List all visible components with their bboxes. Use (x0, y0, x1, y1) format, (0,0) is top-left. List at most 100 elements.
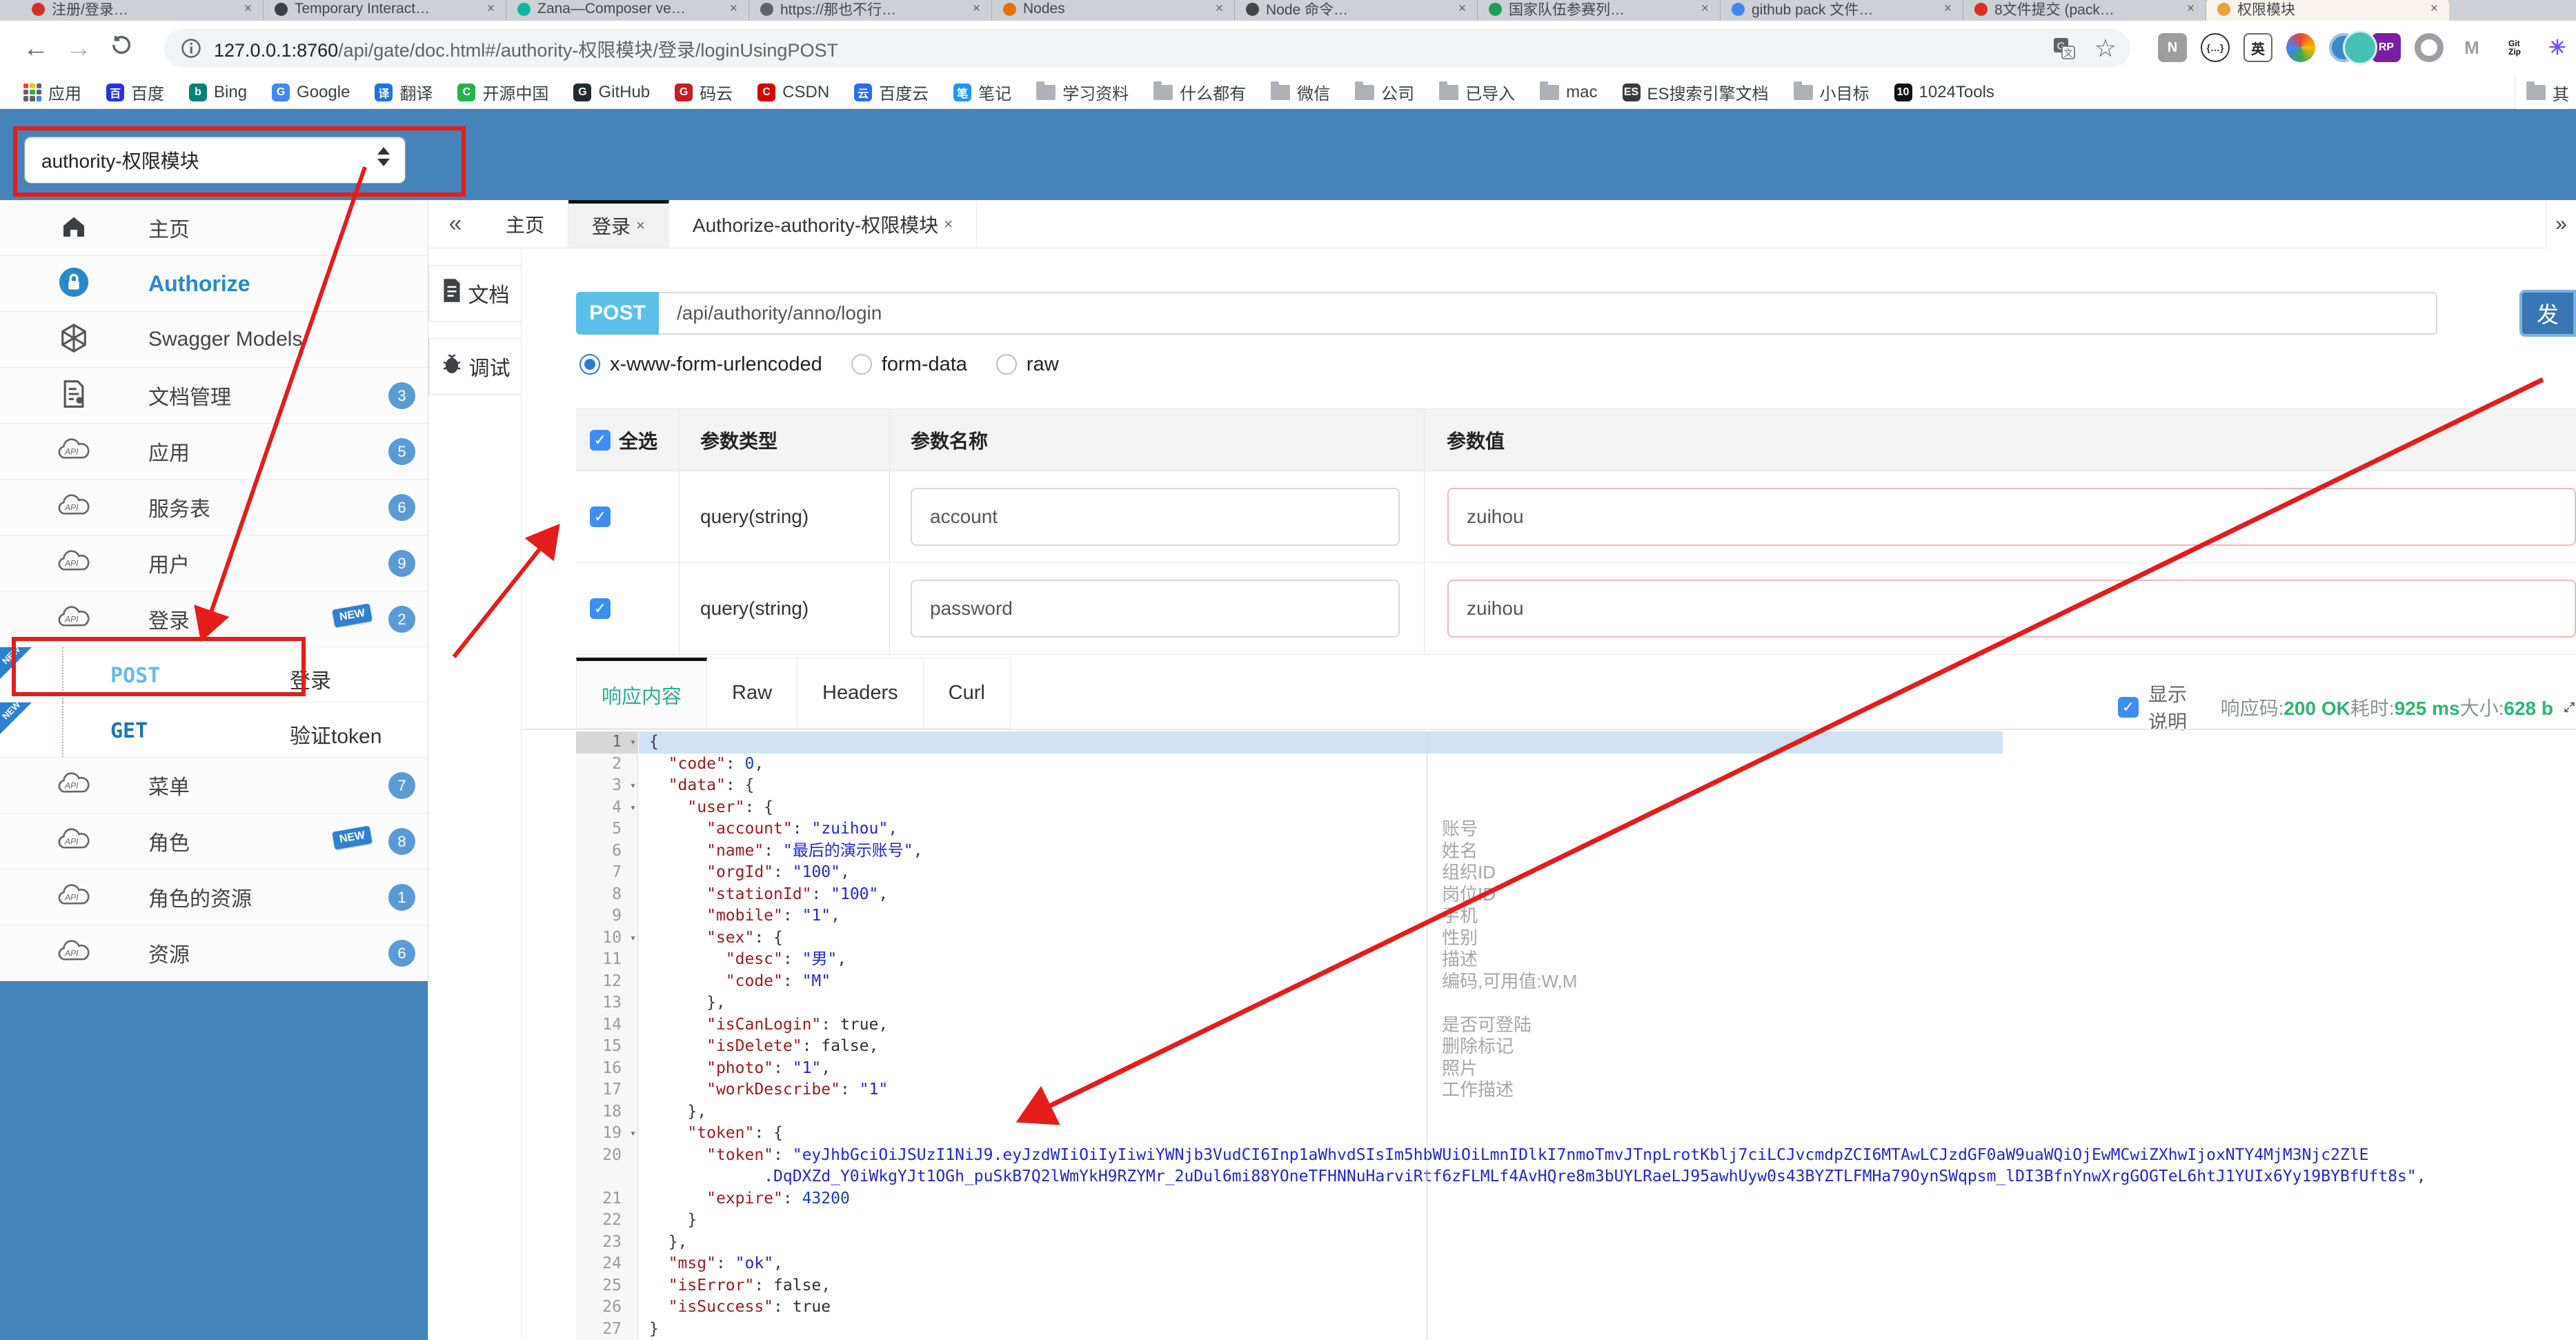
workspace-tab[interactable]: Authorize-authority-权限模块 × (669, 200, 978, 248)
bookmark-item[interactable]: 云百度云 (854, 80, 929, 104)
ring-extension-icon[interactable] (2415, 33, 2444, 62)
show-desc-checkbox[interactable]: ✓ (2118, 697, 2139, 718)
side-tab-调试[interactable]: 调试 (428, 338, 521, 395)
translate-en-extension-icon[interactable]: 英 (2243, 33, 2272, 62)
response-tab-响应内容[interactable]: 响应内容 (576, 658, 708, 729)
forward-icon[interactable]: → (61, 30, 97, 66)
collapse-tabs-icon[interactable]: « (428, 200, 482, 248)
response-tab-Raw[interactable]: Raw (707, 658, 798, 729)
browser-tab[interactable]: Nodes × (992, 0, 1235, 21)
fold-arrow-icon[interactable]: ▾ (630, 775, 636, 797)
tab-close-icon[interactable]: × (1458, 1, 1466, 17)
bookmark-overflow-folder[interactable]: 其 (2515, 76, 2569, 109)
browser-tab[interactable]: Zana—Composer ve… × (506, 0, 749, 21)
bookmark-item[interactable]: 已导入 (1439, 80, 1515, 104)
sidebar-item-应用[interactable]: API 应用 5 (0, 424, 428, 480)
bookmark-item[interactable]: 微信 (1271, 80, 1330, 104)
browser-tab[interactable]: https://那也不行… × (749, 0, 992, 21)
bookmark-item[interactable]: 笔笔记 (953, 80, 1011, 104)
param-checkbox[interactable]: ✓ (590, 506, 611, 527)
module-select[interactable]: authority-权限模块 (24, 137, 406, 184)
asterisk-extension-icon[interactable]: ✳ (2543, 33, 2572, 62)
select-all-checkbox[interactable]: ✓ (590, 429, 611, 451)
sidebar-item-角色的资源[interactable]: API 角色的资源 1 (0, 869, 428, 925)
url-bar[interactable]: 127.0.0.1:8760/api/gate/doc.html#/author… (164, 29, 2130, 68)
tab-close-icon[interactable]: × (244, 1, 252, 17)
sidebar-endpoint-post[interactable]: NEW POST 登录 (0, 644, 428, 702)
bookmark-item[interactable]: G Google (272, 83, 350, 102)
bookmark-item[interactable]: 10 1024Tools (1894, 83, 1994, 102)
response-body-editor[interactable]: 1 ▾ 2 3 ▾ 4 ▾ 5 6 7 8 9 10 ▾ 11 12 13 14 15 16 17 18 19 ▾ 20 21 22… (576, 731, 2576, 1340)
bookmark-item[interactable]: 什么都有 (1153, 80, 1246, 104)
browser-tab[interactable]: 权限模块 × (2206, 0, 2449, 21)
reload-icon[interactable] (103, 30, 139, 66)
bookmark-item[interactable]: C 开源中国 (457, 80, 548, 104)
param-value-input[interactable]: zuihou (1447, 580, 2576, 638)
response-tab-Headers[interactable]: Headers (797, 658, 924, 729)
browser-tab[interactable]: 国家队伍参赛列… × (1478, 0, 1721, 21)
browser-tab[interactable]: Temporary Interact… × (264, 0, 506, 21)
tab-close-icon[interactable]: × (730, 1, 737, 17)
workspace-tab[interactable]: 登录 × (568, 200, 669, 248)
fold-arrow-icon[interactable]: ▾ (630, 1123, 636, 1145)
sidebar-item-服务表[interactable]: API 服务表 6 (0, 480, 428, 535)
radio-raw[interactable] (995, 354, 1017, 375)
bookmark-star-icon[interactable]: ☆ (2094, 34, 2117, 63)
gitzip-extension-icon[interactable]: Git Zip (2500, 33, 2529, 62)
back-icon[interactable]: ← (18, 30, 54, 66)
bookmark-item[interactable]: 百百度 (106, 80, 164, 104)
notes-extension-icon[interactable]: N (2158, 33, 2187, 62)
bookmark-item[interactable]: ES ES搜索引擎文档 (1622, 80, 1769, 104)
browser-tab[interactable]: 注册/登录… × (21, 0, 264, 21)
param-value-input[interactable]: zuihou (1447, 488, 2576, 546)
param-name-input[interactable]: password (911, 580, 1400, 638)
bookmark-item[interactable]: G GitHub (573, 83, 650, 102)
m-arrow-extension-icon[interactable]: M (2457, 33, 2486, 62)
bookmark-item[interactable]: 公司 (1355, 80, 1414, 104)
tab-close-icon[interactable]: × (1944, 1, 1952, 17)
tab-close-icon[interactable]: × (1216, 1, 1223, 17)
profile-avatar[interactable] (2343, 30, 2377, 65)
workspace-tab[interactable]: 主页 (482, 200, 569, 248)
tab-close-icon[interactable]: × (487, 1, 495, 17)
more-tabs-icon[interactable]: » (2546, 200, 2576, 248)
sidebar-endpoint-get[interactable]: NEW GET 验证token (0, 699, 428, 758)
sidebar-item-菜单[interactable]: API 菜单 7 (0, 758, 428, 814)
sidebar-item-用户[interactable]: API 用户 9 (0, 535, 428, 591)
sidebar-item-资源[interactable]: API 资源 6 (0, 925, 428, 981)
side-tab-文档[interactable]: 文档 (428, 265, 521, 322)
bookmark-item[interactable]: 学习资料 (1036, 80, 1129, 104)
bookmark-item[interactable]: C CSDN (757, 83, 829, 102)
bookmark-item[interactable]: G 码云 (675, 80, 733, 104)
sidebar-item-角色[interactable]: API 角色 NEW 8 (0, 814, 428, 869)
tab-close-icon[interactable]: × (944, 215, 953, 233)
bookmark-item[interactable]: 应用 (23, 80, 81, 104)
bookmark-item[interactable]: 译翻译 (375, 80, 433, 104)
bookmark-item[interactable]: mac (1540, 81, 1598, 102)
site-info-icon[interactable] (181, 38, 201, 59)
tab-close-icon[interactable]: × (636, 217, 645, 235)
response-tab-Curl[interactable]: Curl (923, 658, 1011, 729)
sidebar-item-登录[interactable]: API 登录 NEW 2 (0, 591, 428, 647)
tab-close-icon[interactable]: × (2430, 1, 2438, 17)
sidebar-item-Swagger Models[interactable]: Swagger Models (0, 312, 428, 368)
request-url-input[interactable]: /api/authority/anno/login (659, 292, 2437, 335)
sidebar-item-Authorize[interactable]: Authorize (0, 256, 428, 312)
param-checkbox[interactable]: ✓ (590, 598, 611, 619)
radio-form-data[interactable] (851, 354, 872, 375)
url-text[interactable]: 127.0.0.1:8760/api/gate/doc.html#/author… (214, 35, 838, 62)
browser-tab[interactable]: github pack 文件… × (1721, 0, 1963, 21)
colorwheel-extension-icon[interactable] (2286, 33, 2315, 62)
fold-arrow-icon[interactable]: ▾ (630, 797, 636, 819)
bookmark-item[interactable]: b Bing (189, 83, 247, 102)
expand-icon[interactable] (2563, 696, 2576, 719)
tab-close-icon[interactable]: × (2187, 1, 2194, 17)
bookmark-item[interactable]: 小目标 (1793, 80, 1870, 104)
fold-arrow-icon[interactable]: ▾ (630, 731, 636, 753)
sidebar-item-主页[interactable]: 主页 (0, 200, 428, 256)
radio-x-www-form-urlencoded[interactable] (579, 354, 600, 375)
json-braces-extension-icon[interactable]: {…} (2201, 33, 2230, 62)
sidebar-item-文档管理[interactable]: 文档管理 3 (0, 368, 428, 424)
fold-arrow-icon[interactable]: ▾ (630, 927, 636, 949)
send-button[interactable]: 发 (2519, 290, 2576, 337)
